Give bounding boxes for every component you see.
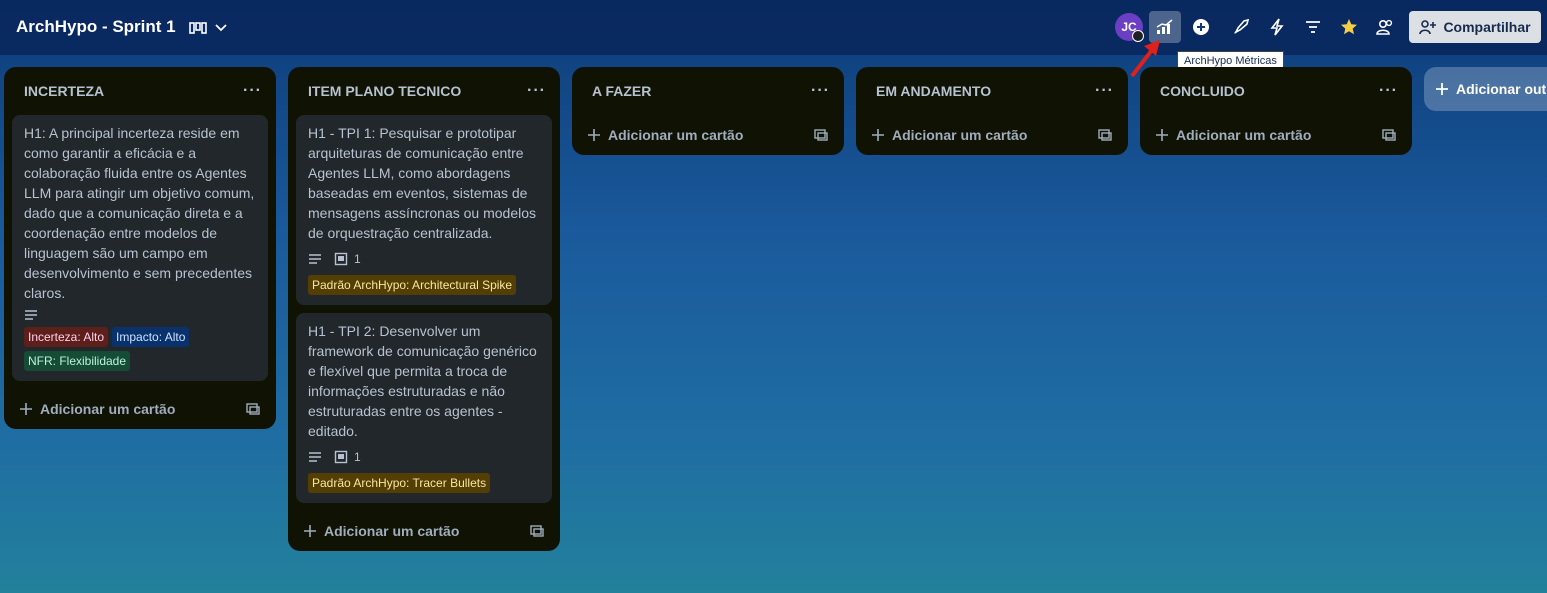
plus-icon	[1436, 83, 1448, 95]
list-header: ITEM PLANO TECNICO ···	[288, 67, 560, 115]
share-button[interactable]: Compartilhar	[1409, 11, 1541, 43]
add-card-label: Adicionar um cartão	[1176, 127, 1312, 143]
description-icon	[24, 309, 38, 321]
add-list-label: Adicionar out	[1456, 81, 1547, 97]
board-title[interactable]: ArchHypo - Sprint 1	[16, 17, 176, 37]
list-concluido: CONCLUIDO ··· Adicionar um cartão	[1140, 67, 1412, 155]
card[interactable]: H1 - TPI 1: Pesquisar e prototipar arqui…	[296, 115, 552, 305]
more-icon[interactable]: ···	[811, 82, 830, 100]
star-button[interactable]	[1333, 11, 1365, 43]
add-card-label: Adicionar um cartão	[324, 523, 460, 539]
attachment-count: 1	[354, 450, 361, 464]
card-template-icon[interactable]	[530, 525, 544, 537]
list-header: CONCLUIDO ···	[1140, 67, 1412, 115]
bar-chart-icon	[1156, 19, 1173, 34]
label-nfr[interactable]: NFR: Flexibilidade	[24, 351, 131, 371]
label-padrao[interactable]: Padrão ArchHypo: Architectural Spike	[308, 275, 517, 295]
list-header: INCERTEZA ···	[4, 67, 276, 115]
list-incerteza: INCERTEZA ··· H1: A principal incerteza …	[4, 67, 276, 429]
card-template-icon[interactable]	[1098, 129, 1112, 141]
add-card-label: Adicionar um cartão	[40, 401, 176, 417]
description-icon	[308, 253, 322, 265]
list-title[interactable]: ITEM PLANO TECNICO	[308, 83, 461, 99]
card[interactable]: H1 - TPI 2: Desenvolver um framework de …	[296, 313, 552, 503]
card-template-icon[interactable]	[246, 403, 260, 415]
power-up-button[interactable]	[1185, 11, 1217, 43]
lightning-icon	[1270, 18, 1284, 36]
list-title[interactable]: EM ANDAMENTO	[876, 83, 991, 99]
board-header: ArchHypo - Sprint 1 JC Compartilhar	[0, 0, 1547, 55]
more-icon[interactable]: ···	[1379, 82, 1398, 100]
plus-icon	[588, 129, 600, 141]
add-person-icon	[1419, 20, 1437, 35]
list-title[interactable]: INCERTEZA	[24, 83, 104, 99]
attachment-count: 1	[354, 252, 361, 266]
add-card-button[interactable]: Adicionar um cartão	[1140, 115, 1412, 155]
card-template-icon[interactable]	[1382, 129, 1396, 141]
list-em-andamento: EM ANDAMENTO ··· Adicionar um cartão	[856, 67, 1128, 155]
workspace-visibility-button[interactable]	[1369, 11, 1401, 43]
add-card-button[interactable]: Adicionar um cartão	[572, 115, 844, 155]
card-title: H1 - TPI 2: Desenvolver um framework de …	[308, 323, 537, 439]
label-impacto[interactable]: Impacto: Alto	[112, 327, 190, 347]
add-card-button[interactable]: Adicionar um cartão	[288, 511, 560, 551]
plus-icon	[20, 403, 32, 415]
list-header: A FAZER ···	[572, 67, 844, 115]
description-icon	[308, 451, 322, 463]
filter-icon	[1306, 21, 1320, 33]
label-padrao[interactable]: Padrão ArchHypo: Tracer Bullets	[308, 473, 491, 493]
share-label: Compartilhar	[1443, 19, 1531, 35]
card-labels: Padrão ArchHypo: Architectural Spike	[308, 275, 540, 295]
more-icon[interactable]: ···	[1095, 82, 1114, 100]
add-list-button[interactable]: Adicionar out	[1424, 67, 1547, 111]
attachment-icon	[334, 252, 348, 266]
chevron-down-icon	[215, 24, 227, 32]
attachment-icon	[334, 450, 348, 464]
card-badges	[24, 309, 256, 321]
list-item-plano-tecnico: ITEM PLANO TECNICO ··· H1 - TPI 1: Pesqu…	[288, 67, 560, 551]
plus-circle-icon	[1193, 19, 1209, 35]
people-icon	[1376, 19, 1393, 35]
attachment-badge: 1	[334, 447, 361, 467]
card-template-icon[interactable]	[814, 129, 828, 141]
attachment-badge: 1	[334, 249, 361, 269]
list-a-fazer: A FAZER ··· Adicionar um cartão	[572, 67, 844, 155]
star-icon	[1341, 19, 1357, 35]
list-title[interactable]: A FAZER	[592, 83, 651, 99]
add-card-button[interactable]: Adicionar um cartão	[4, 389, 276, 429]
plus-icon	[872, 129, 884, 141]
plus-icon	[1156, 129, 1168, 141]
card-labels: Incerteza: Alto Impacto: Alto NFR: Flexi…	[24, 327, 256, 371]
more-icon[interactable]: ···	[527, 82, 546, 100]
card-labels: Padrão ArchHypo: Tracer Bullets	[308, 473, 540, 493]
add-card-button[interactable]: Adicionar um cartão	[856, 115, 1128, 155]
rocket-icon	[1234, 18, 1250, 34]
label-incerteza[interactable]: Incerteza: Alto	[24, 327, 109, 347]
plus-icon	[304, 525, 316, 537]
card-title: H1: A principal incerteza reside em como…	[24, 125, 255, 301]
card[interactable]: H1: A principal incerteza reside em como…	[12, 115, 268, 381]
card-title: H1 - TPI 1: Pesquisar e prototipar arqui…	[308, 125, 537, 241]
view-switcher-button[interactable]	[182, 14, 234, 42]
power-ups-button[interactable]	[1225, 11, 1257, 43]
add-card-label: Adicionar um cartão	[608, 127, 744, 143]
add-card-label: Adicionar um cartão	[892, 127, 1028, 143]
more-icon[interactable]: ···	[243, 82, 262, 100]
card-badges: 1	[308, 249, 540, 269]
list-header: EM ANDAMENTO ···	[856, 67, 1128, 115]
filter-button[interactable]	[1297, 11, 1329, 43]
automation-button[interactable]	[1261, 11, 1293, 43]
board-view-icon	[189, 22, 207, 34]
card-badges: 1	[308, 447, 540, 467]
list-title[interactable]: CONCLUIDO	[1160, 83, 1245, 99]
